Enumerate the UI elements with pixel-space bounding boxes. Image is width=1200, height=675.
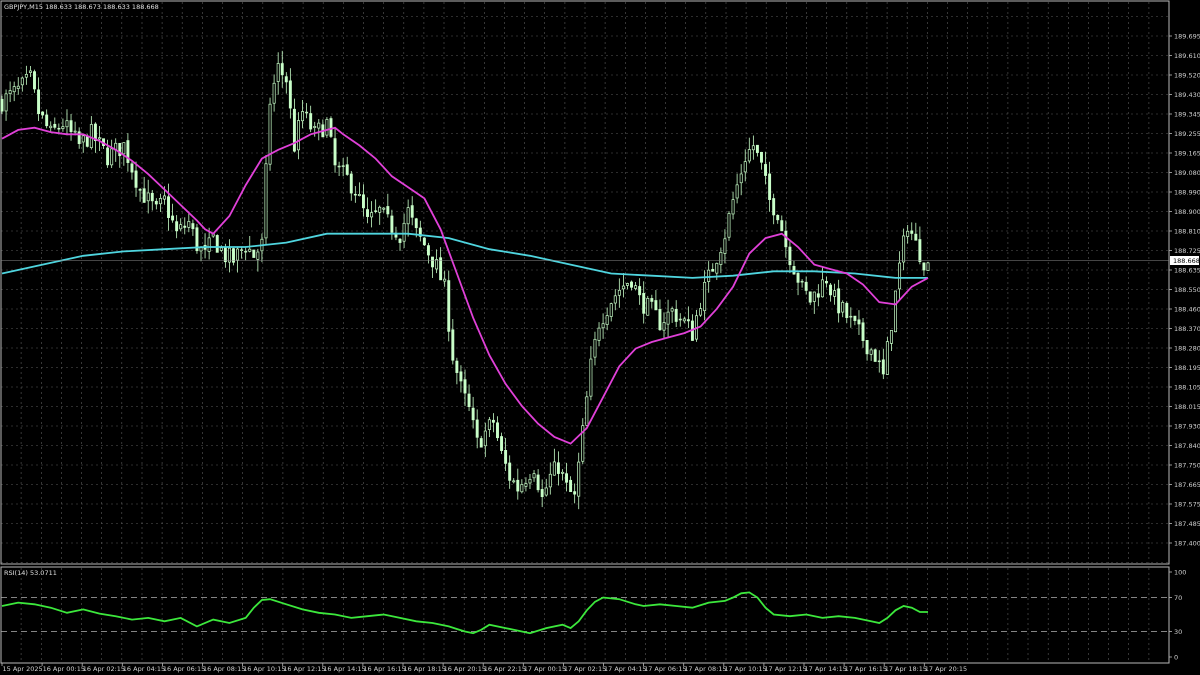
candle <box>252 249 256 258</box>
time-tick-label: 16 Apr 18:15 <box>404 665 446 673</box>
time-tick-label: 17 Apr 02:15 <box>564 665 606 673</box>
price-tick-label: 189.255 <box>1174 130 1200 138</box>
candle <box>264 155 268 246</box>
price-tick-label: 187.930 <box>1174 422 1200 430</box>
candle <box>926 261 930 271</box>
rsi-tick-label: 70 <box>1174 594 1182 602</box>
candle <box>727 211 731 241</box>
candle <box>195 223 199 254</box>
price-tick-label: 189.165 <box>1174 149 1200 157</box>
time-tick-label: 17 Apr 08:15 <box>684 665 726 673</box>
time-axis: 15 Apr 2025 16 Apr 00:1516 Apr 02:1516 Ap… <box>1 663 967 673</box>
price-tick-label: 189.430 <box>1174 91 1200 99</box>
price-tick-label: 189.610 <box>1174 52 1200 60</box>
candle <box>215 234 219 253</box>
current-price-tag: 188.668 <box>1170 256 1200 265</box>
time-tick-label: 16 Apr 16:15 <box>363 665 405 673</box>
price-tick-label: 187.400 <box>1174 539 1200 547</box>
price-tick-label: 188.460 <box>1174 305 1200 313</box>
time-tick-label: 17 Apr 20:15 <box>925 665 967 673</box>
price-tick-label: 188.810 <box>1174 227 1200 235</box>
price-tick-label: 188.990 <box>1174 188 1200 196</box>
price-tick-label: 188.015 <box>1174 403 1200 411</box>
trading-chart[interactable]: 188.668 189.695 189.610 189.520 189.430 189.… <box>0 0 1200 675</box>
time-tick-label: 16 Apr 08:15 <box>203 665 245 673</box>
rsi-tick-label: 100 <box>1174 568 1186 576</box>
price-tick-label: 187.750 <box>1174 461 1200 469</box>
price-tick-label: 187.840 <box>1174 442 1200 450</box>
time-tick-label: 16 Apr 14:15 <box>323 665 365 673</box>
time-tick-label: 17 Apr 14:15 <box>805 665 847 673</box>
time-tick-label: 16 Apr 04:15 <box>123 665 165 673</box>
price-tick-label: 188.550 <box>1174 286 1200 294</box>
candle <box>894 290 897 333</box>
price-tick-label: 188.280 <box>1174 344 1200 352</box>
rsi-tick-label: 0 <box>1174 653 1178 661</box>
price-tick-label: 188.370 <box>1174 325 1200 333</box>
time-tick-label: 16 Apr 02:15 <box>83 665 125 673</box>
price-tick-label: 187.485 <box>1174 520 1200 528</box>
price-tick-label: 189.695 <box>1174 32 1200 40</box>
candle <box>268 97 272 171</box>
candle <box>329 116 333 139</box>
time-tick-label: 16 Apr 12:15 <box>283 665 325 673</box>
time-tick-label: 17 Apr 18:15 <box>885 665 927 673</box>
time-tick-label: 17 Apr 04:15 <box>604 665 646 673</box>
time-tick-label: 17 Apr 16:15 <box>845 665 887 673</box>
rsi-header: RSI(14) 53.0711 <box>4 569 57 577</box>
time-tick-label: 16 Apr 00:15 <box>43 665 85 673</box>
time-tick-label: 17 Apr 06:15 <box>644 665 686 673</box>
rsi-tick-label: 30 <box>1174 628 1182 636</box>
price-tick-label: 188.900 <box>1174 208 1200 216</box>
price-tick-label: 188.725 <box>1174 247 1200 255</box>
candle <box>885 336 889 375</box>
candle <box>422 237 426 246</box>
price-tick-label: 189.520 <box>1174 71 1200 79</box>
time-tick-label: 17 Apr 00:15 <box>524 665 566 673</box>
candle <box>447 270 451 342</box>
svg-text:188.668: 188.668 <box>1173 257 1200 265</box>
price-tick-label: 188.105 <box>1174 383 1200 391</box>
price-tick-label: 188.635 <box>1174 266 1200 274</box>
candle <box>873 348 877 362</box>
time-tick-label: 16 Apr 22:15 <box>484 665 526 673</box>
time-tick-label: 17 Apr 10:15 <box>724 665 766 673</box>
chart-header: GBPJPY,M15 188.633 188.673 188.633 188.6… <box>4 3 159 11</box>
time-tick-label: 15 Apr 2025 <box>3 665 43 673</box>
time-tick-label: 16 Apr 20:15 <box>444 665 486 673</box>
price-tick-label: 189.345 <box>1174 110 1200 118</box>
price-tick-label: 187.665 <box>1174 481 1200 489</box>
time-tick-label: 16 Apr 10:15 <box>243 665 285 673</box>
time-tick-label: 16 Apr 06:15 <box>163 665 205 673</box>
candle <box>325 117 329 138</box>
price-tick-label: 188.195 <box>1174 364 1200 372</box>
price-tick-label: 187.575 <box>1174 500 1200 508</box>
time-tick-label: 17 Apr 12:15 <box>764 665 806 673</box>
candle <box>646 295 650 316</box>
price-tick-label: 189.080 <box>1174 169 1200 177</box>
